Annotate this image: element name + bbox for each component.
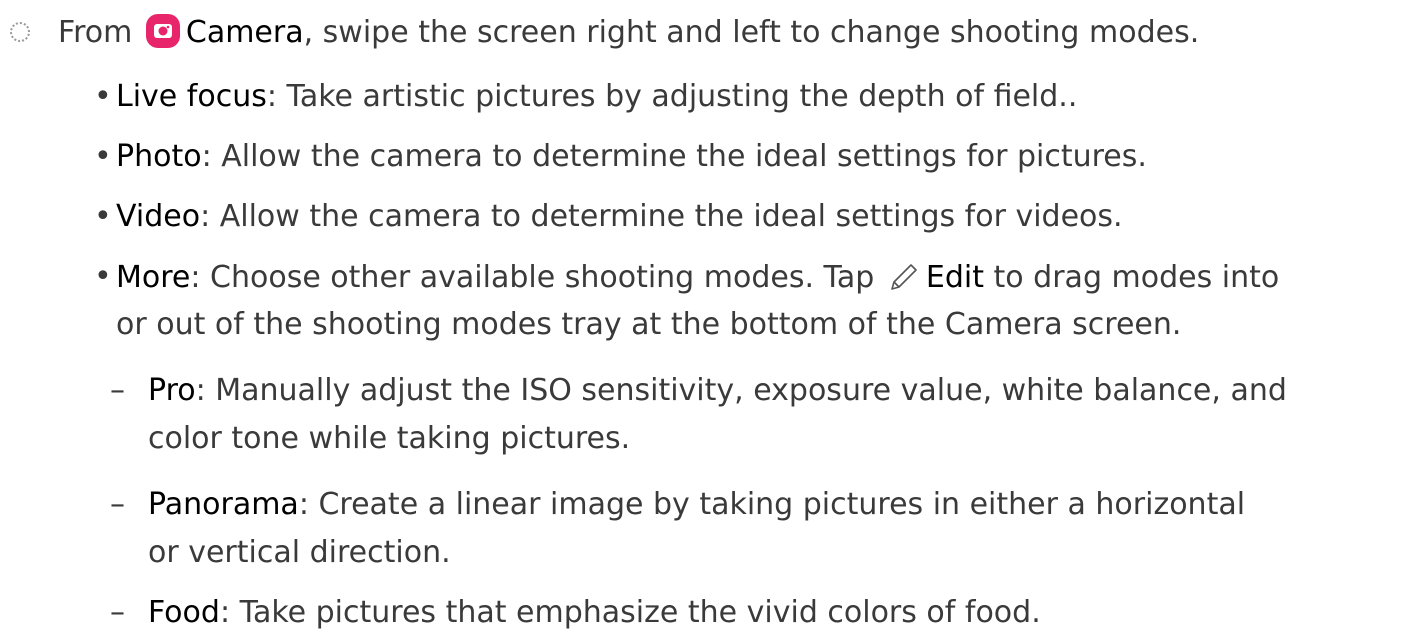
mode-desc: : Allow the camera to determine the idea… — [200, 199, 1123, 234]
step-line: From Camera, swipe the screen right and … — [58, 14, 1199, 51]
list-item: Video: Allow the camera to determine the… — [116, 199, 1123, 235]
step-text: , swipe the screen right and left to cha… — [303, 15, 1200, 50]
sub-list-item: Food: Take pictures that emphasize the v… — [148, 595, 1041, 631]
mode-term: Live focus — [116, 79, 267, 114]
camera-icon — [145, 14, 180, 48]
dash-marker: – — [110, 595, 125, 630]
submode-term: Food — [148, 595, 220, 630]
list-item: Photo: Allow the camera to determine the… — [116, 139, 1147, 175]
pencil-icon — [891, 264, 917, 290]
mode-desc: : Allow the camera to determine the idea… — [201, 139, 1147, 174]
camera-app-name: Camera — [185, 15, 304, 50]
edit-label: Edit — [925, 260, 984, 295]
mode-desc: or out of the shooting modes tray at the… — [116, 307, 1182, 342]
submode-desc: : Take pictures that emphasize the vivid… — [219, 595, 1041, 630]
submode-term: Pro — [148, 373, 196, 408]
bullet-marker: • — [94, 199, 112, 234]
submode-desc: color tone while taking pictures. — [148, 421, 631, 456]
step-prefix: From — [58, 15, 133, 50]
submode-desc: : Create a linear image by taking pictur… — [298, 487, 1246, 522]
bullet-marker: • — [94, 259, 112, 294]
mode-desc: : Take artistic pictures by adjusting th… — [266, 79, 1078, 114]
list-item-more: More: Choose other available shooting mo… — [116, 259, 1279, 296]
bullet-marker: • — [94, 79, 112, 114]
submode-term: Panorama — [148, 487, 299, 522]
dash-marker: – — [110, 487, 125, 522]
submode-desc: or vertical direction. — [148, 535, 451, 570]
sub-list-item: Panorama: Create a linear image by takin… — [148, 487, 1245, 523]
dotted-circle-icon — [10, 22, 30, 42]
mode-term: Photo — [116, 139, 202, 174]
sub-list-item-continued: or vertical direction. — [148, 535, 451, 571]
mode-term: More — [116, 260, 191, 295]
list-item: Live focus: Take artistic pictures by ad… — [116, 79, 1077, 115]
mode-desc: to drag modes into — [993, 260, 1280, 295]
dash-marker: – — [110, 373, 125, 408]
submode-desc: : Manually adjust the ISO sensitivity, e… — [195, 373, 1287, 408]
sub-list-item-continued: color tone while taking pictures. — [148, 421, 630, 457]
bullet-marker: • — [94, 139, 112, 174]
sub-list-item: Pro: Manually adjust the ISO sensitivity… — [148, 373, 1287, 409]
mode-term: Video — [116, 199, 201, 234]
mode-desc: : Choose other available shooting modes.… — [190, 260, 875, 295]
list-item-more-continued: or out of the shooting modes tray at the… — [116, 307, 1181, 343]
